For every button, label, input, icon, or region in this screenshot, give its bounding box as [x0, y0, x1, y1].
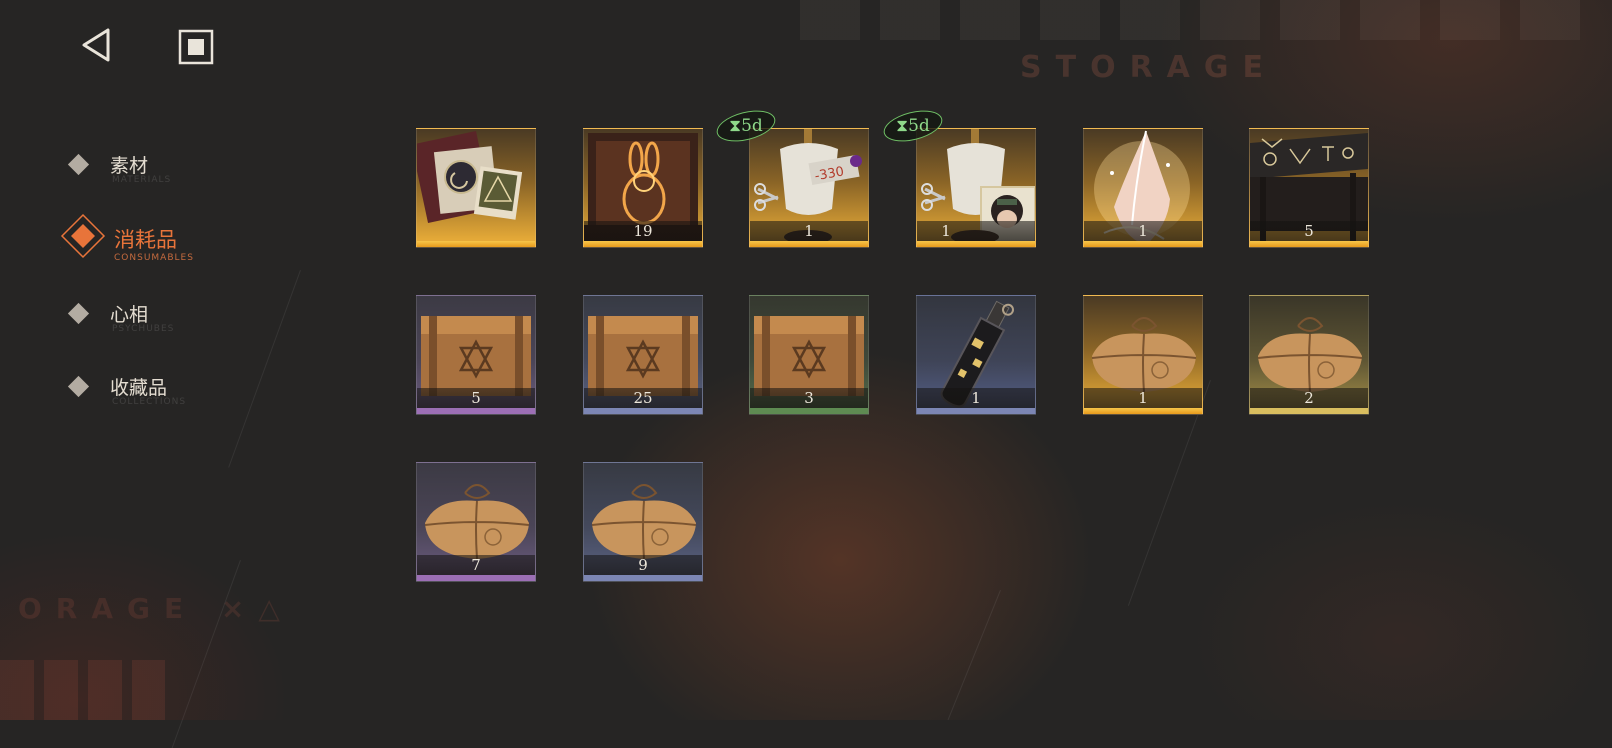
timer-text: ⧗5d [729, 116, 763, 136]
back-button[interactable] [78, 26, 116, 64]
background-line [228, 270, 301, 468]
background-line [947, 590, 1001, 721]
rarity-bar [750, 241, 868, 247]
rarity-bar [417, 408, 535, 414]
item-slot[interactable]: -330 1 [749, 128, 869, 248]
nav-item-label: 消耗品 [114, 228, 177, 252]
diamond-icon [67, 153, 90, 176]
item-quantity: 5 [1304, 222, 1314, 240]
nav-item-sublabel: PSYCHUBES [112, 324, 175, 334]
photo-cards-icon [417, 131, 523, 223]
item-slot[interactable]: 7 [416, 462, 536, 582]
nav-item-label: 收藏品 [110, 377, 168, 399]
rarity-bar [1250, 408, 1368, 414]
background-decoration [800, 0, 1580, 40]
item-slot[interactable]: 1 [1083, 295, 1203, 415]
item-quantity: 1 [971, 389, 981, 407]
item-quantity: 25 [633, 389, 653, 407]
back-triangle-icon [82, 28, 110, 62]
item-slot[interactable]: 5 [1249, 128, 1369, 248]
item-quantity: 1 [1138, 389, 1148, 407]
expiry-timer-badge: ⧗5d [880, 105, 946, 147]
rarity-bar [584, 408, 702, 414]
nav-item-label: 心相 [110, 304, 149, 326]
nav-item-sublabel: MATERIALS [112, 175, 172, 185]
rarity-bar [1084, 408, 1202, 414]
item-slot[interactable]: 25 [583, 295, 703, 415]
item-quantity: 1 [1138, 222, 1148, 240]
item-quantity: 1 [941, 222, 951, 240]
item-slot[interactable]: 1 [1083, 128, 1203, 248]
home-square-icon [178, 29, 214, 65]
rarity-bar [417, 575, 535, 581]
item-quantity: 19 [633, 222, 653, 240]
item-quantity: 9 [638, 556, 648, 574]
item-slot[interactable]: 9 [583, 462, 703, 582]
item-slot[interactable] [416, 128, 536, 248]
nav-item-sublabel: CONSUMABLES [114, 253, 194, 263]
home-button[interactable] [178, 29, 214, 65]
item-slot[interactable]: 19 [583, 128, 703, 248]
item-slot[interactable]: 5 [416, 295, 536, 415]
rarity-bar [917, 241, 1035, 247]
item-quantity: 5 [471, 389, 481, 407]
item-quantity: 1 [804, 222, 814, 240]
rarity-bar [417, 241, 535, 247]
expiry-timer-badge: ⧗5d [713, 105, 779, 147]
rarity-bar [584, 575, 702, 581]
storage-watermark-bottom: ORAGE ×△ [18, 592, 294, 625]
rarity-bar [1250, 241, 1368, 247]
item-slot[interactable]: 3 [749, 295, 869, 415]
rarity-bar [1084, 241, 1202, 247]
item-quantity: 7 [471, 556, 481, 574]
diamond-icon [67, 302, 90, 325]
diamond-icon [67, 375, 90, 398]
background-decoration [0, 660, 165, 720]
item-slot[interactable]: 1 [916, 128, 1036, 248]
item-slot[interactable]: 1 [916, 295, 1036, 415]
item-quantity: 3 [804, 389, 814, 407]
item-quantity: 2 [1304, 389, 1314, 407]
rarity-bar [584, 241, 702, 247]
rarity-bar [917, 408, 1035, 414]
item-slot[interactable]: 2 [1249, 295, 1369, 415]
storage-watermark: STORAGE [1020, 50, 1278, 85]
nav-item-sublabel: COLLECTIONS [112, 397, 187, 407]
active-diamond-icon [60, 213, 106, 259]
rarity-bar [750, 408, 868, 414]
timer-text: ⧗5d [896, 116, 930, 136]
nav-item-label: 素材 [110, 155, 149, 177]
